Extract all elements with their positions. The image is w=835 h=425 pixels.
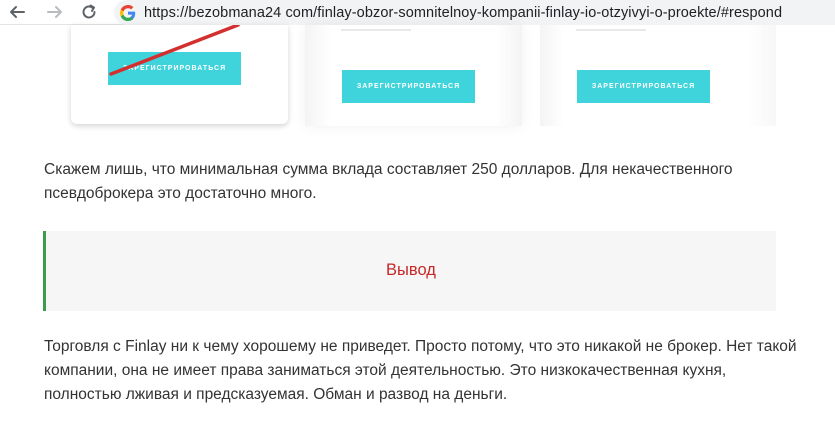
register-button-3[interactable]: ЗАРЕГИСТРИРОВАТЬСЯ [577, 70, 710, 103]
back-arrow-icon[interactable] [6, 2, 28, 22]
article-paragraph-2: Торговля с Finlay ни к чему хорошему не … [44, 338, 797, 403]
reload-icon[interactable] [78, 2, 100, 22]
register-button-1[interactable]: ЗАРЕГИСТРИРОВАТЬСЯ [108, 52, 241, 85]
faded-text-line [341, 29, 411, 31]
screenshot-card-3: ЗАРЕГИСТРИРОВАТЬСЯ [540, 25, 776, 126]
article-paragraph-1: Скажем лишь, что минимальная сумма вклад… [44, 161, 733, 202]
address-bar[interactable]: https://bezobmana24 com/finlay-obzor-som… [114, 0, 835, 25]
register-button-2[interactable]: ЗАРЕГИСТРИРОВАТЬСЯ [342, 70, 475, 103]
conclusion-title: Вывод [386, 261, 436, 279]
google-icon [120, 4, 136, 21]
url-text[interactable]: https://bezobmana24 com/finlay-obzor-som… [144, 5, 782, 21]
screenshot-card-1: ЗАРЕГИСТРИРОВАТЬСЯ [71, 25, 288, 124]
browser-toolbar: https://bezobmana24 com/finlay-obzor-som… [0, 0, 835, 25]
faded-text-line [576, 29, 646, 31]
forward-arrow-icon[interactable] [44, 2, 66, 22]
screenshot-card-2: ЗАРЕГИСТРИРОВАТЬСЯ [305, 25, 522, 126]
conclusion-box: Вывод [43, 231, 776, 311]
